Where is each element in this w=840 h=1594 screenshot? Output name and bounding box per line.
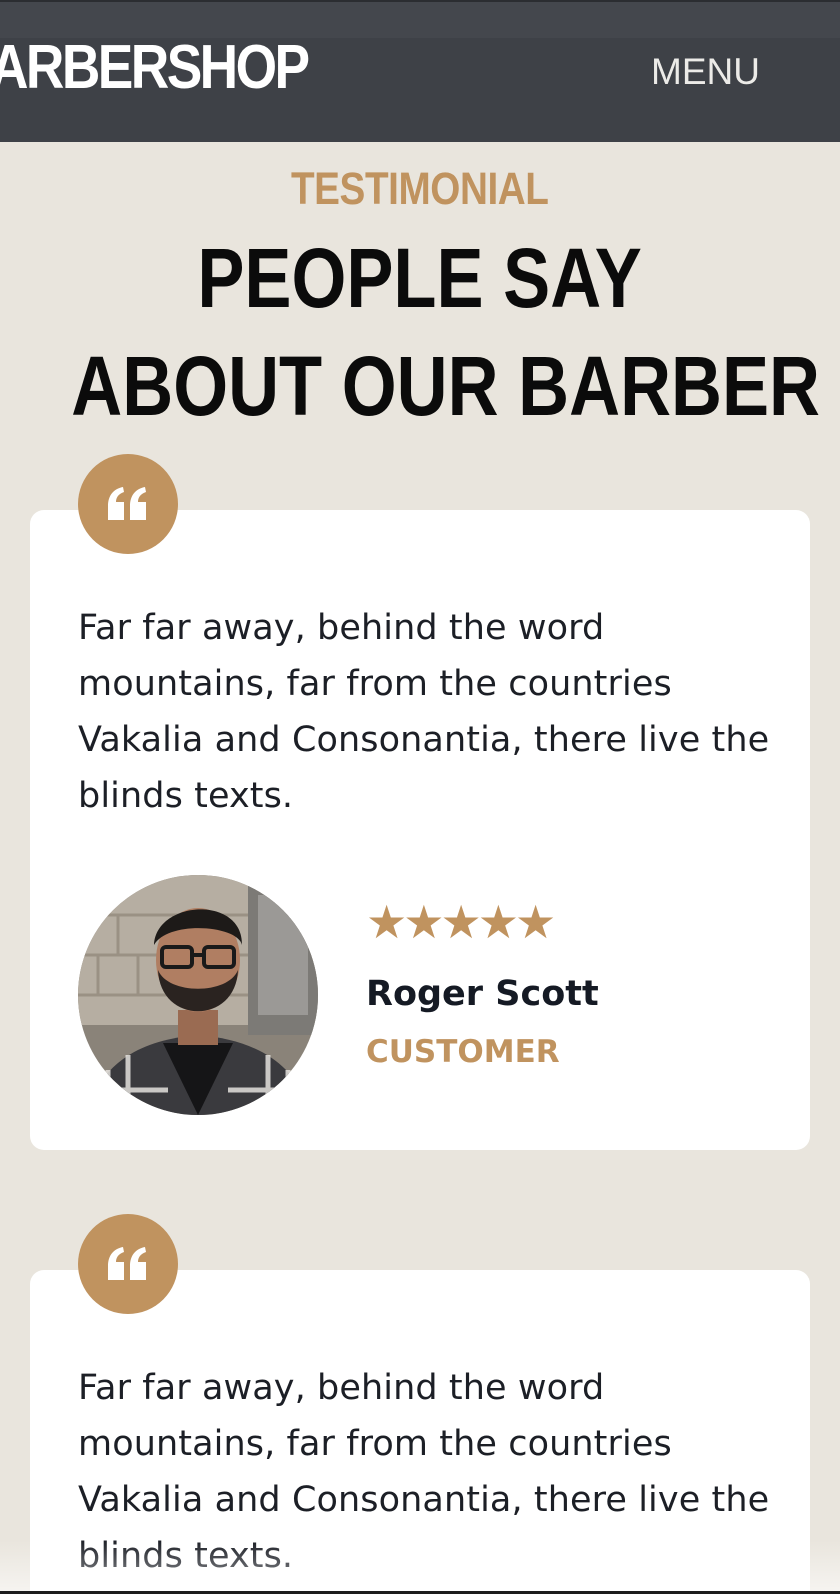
section-eyebrow: TESTIMONIAL [0,160,840,218]
section-title-line-1-text: PEOPLE SAY [197,231,643,325]
section-title-line-2-text: ABOUT OUR BARBER [71,339,821,433]
site-logo[interactable]: ARBERSHOP [0,32,310,104]
quote-glyph [108,1247,146,1280]
quote-icon [78,1214,178,1314]
section-title-line-2: ABOUT OUR BARBER [0,336,840,436]
star-rating: ★★★★★ [366,896,556,948]
section-title-line-1: PEOPLE SAY [0,228,840,328]
customer-role: CUSTOMER [366,1034,560,1070]
testimonial-text: Far far away, behind the word mountains,… [78,1368,770,1576]
testimonial-card: Far far away, behind the word mountains,… [30,510,810,1150]
customer-name: Roger Scott [366,974,599,1014]
section-eyebrow-text: TESTIMONIAL [291,163,549,214]
customer-photo [78,875,318,1115]
testimonial-card: Far far away, behind the word mountains,… [30,1270,810,1594]
menu-button[interactable]: MENU [651,50,760,94]
page: ARBERSHOP MENU TESTIMONIAL PEOPLE SAY AB… [0,0,840,1594]
customer-avatar [78,875,318,1115]
site-header: ARBERSHOP MENU [0,0,840,142]
testimonial-text: Far far away, behind the word mountains,… [78,608,770,816]
quote-icon [78,454,178,554]
quote-glyph [108,487,146,520]
